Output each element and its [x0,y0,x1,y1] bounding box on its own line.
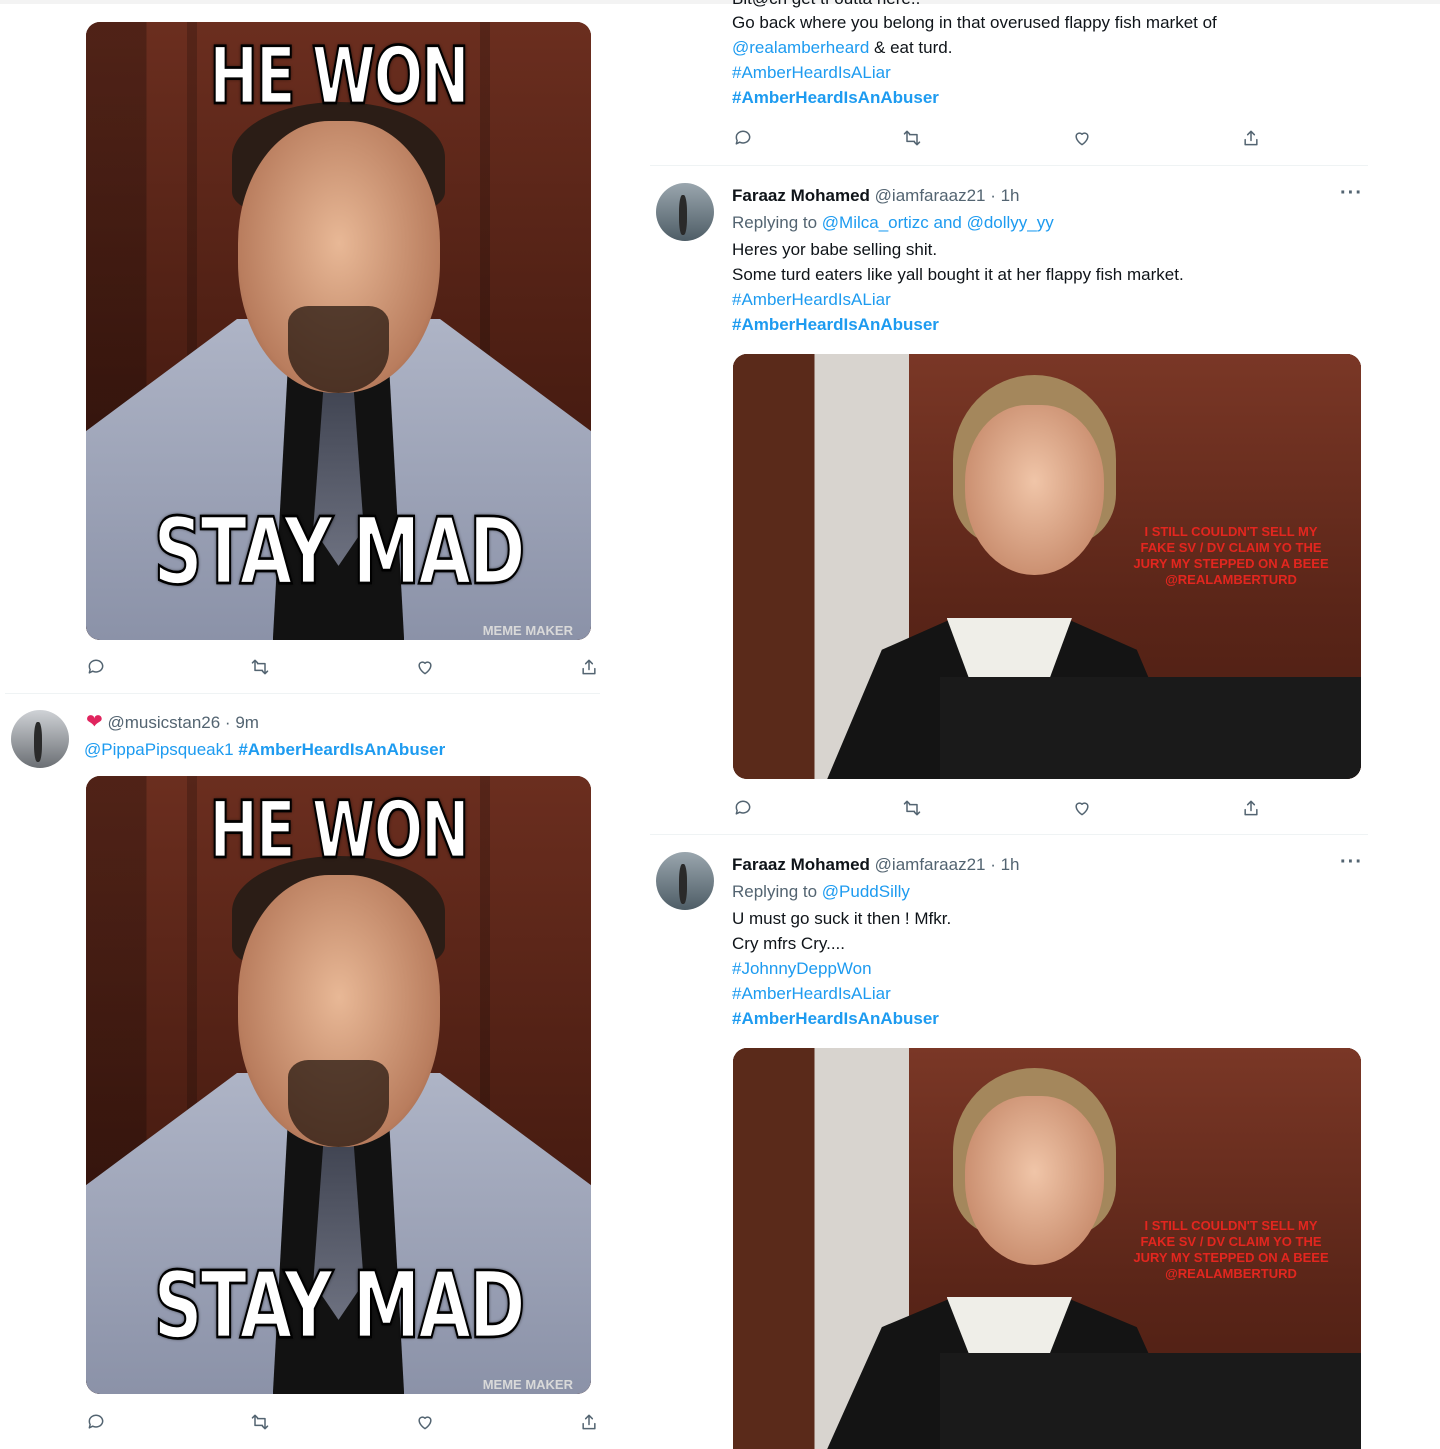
hashtag-link[interactable]: #JohnnyDeppWon [732,956,872,981]
retweet-icon[interactable] [901,127,923,149]
retweet-icon[interactable] [901,797,923,819]
tweet-handle[interactable]: @musicstan26 [108,713,221,732]
meme-watermark: MEME MAKER [482,623,573,638]
tweet-time[interactable]: 1h [1001,186,1020,205]
image-face [965,405,1104,575]
tweet-body-line: @realamberheard & eat turd. [732,35,952,60]
right-column: Bit@ch get tf outta here.. Go back where… [650,0,1370,1449]
meme-watermark: MEME MAKER [482,1377,573,1392]
tweet-divider [650,834,1368,835]
more-icon[interactable]: ··· [1340,182,1363,205]
tweet-divider [650,165,1368,166]
tweet-body-line: Some turd eaters like yall bought it at … [732,265,1184,284]
meme-beard [288,306,389,393]
meme-top-text: HE WON [208,783,470,878]
share-icon[interactable] [578,1411,600,1433]
image-podium [940,1352,1361,1449]
meme-image-2[interactable]: HE WON STAY MAD MEME MAKER [86,776,591,1394]
tweet-separator: · [985,186,1001,205]
tweet-body-text: & eat turd. [869,38,953,57]
left-column: HE WON STAY MAD MEME MAKER ❤ @musicstan2… [0,0,615,1449]
tweet-actions [732,797,1262,819]
tweet-header: Faraaz Mohamed @iamfaraaz21 · 1h [732,183,1020,208]
avatar-figure [679,863,688,905]
tweet-divider [5,693,600,694]
meme-bottom-text: STAY MAD [153,1252,527,1361]
image-caption: I STILL COULDN'T SELL MY FAKE SV / DV CL… [1133,1218,1329,1281]
like-icon[interactable] [1071,797,1093,819]
share-icon[interactable] [578,656,600,678]
mention-link[interactable]: @PippaPipsqueak1 [84,740,234,759]
display-name[interactable]: Faraaz Mohamed [732,186,870,205]
meme-image-1[interactable]: HE WON STAY MAD MEME MAKER [86,22,591,640]
avatar[interactable] [656,183,714,241]
tweet-separator: · [985,855,1001,874]
tweet-body: @PippaPipsqueak1 #AmberHeardIsAnAbuser [84,737,445,762]
like-icon[interactable] [414,656,436,678]
hashtag-link[interactable]: #AmberHeardIsALiar [732,981,891,1006]
avatar[interactable] [11,710,69,768]
tweet-body-line: Go back where you belong in that overuse… [732,13,1217,32]
hashtag-link[interactable]: #AmberHeardIsAnAbuser [732,312,939,337]
tweet-handle[interactable]: @iamfaraaz21 [875,186,986,205]
tweet-image[interactable]: I STILL COULDN'T SELL MY FAKE SV / DV CL… [733,354,1361,779]
image-caption: I STILL COULDN'T SELL MY FAKE SV / DV CL… [1133,524,1329,587]
tweet-handle[interactable]: @iamfaraaz21 [875,855,986,874]
tweet-actions [85,656,600,678]
hashtag-link[interactable]: #AmberHeardIsALiar [732,60,891,85]
hashtag-link[interactable]: #AmberHeardIsALiar [732,287,891,312]
hashtag-link[interactable]: #AmberHeardIsAnAbuser [732,85,939,110]
tweet-header: ❤ @musicstan26 · 9m [86,710,259,735]
reply-icon[interactable] [85,1411,107,1433]
replying-to: Replying to @PuddSilly [732,879,910,904]
reply-icon[interactable] [732,797,754,819]
reply-icon[interactable] [732,127,754,149]
tweet-header: Faraaz Mohamed @iamfaraaz21 · 1h [732,852,1020,877]
replying-mentions[interactable]: @PuddSilly [822,882,910,901]
share-icon[interactable] [1240,127,1262,149]
avatar[interactable] [656,852,714,910]
like-icon[interactable] [414,1411,436,1433]
reply-icon[interactable] [85,656,107,678]
replying-prefix: Replying to [732,213,822,232]
tweet-time[interactable]: 1h [1001,855,1020,874]
image-podium [940,677,1361,779]
tweet-body-line: Cry mfrs Cry.... [732,934,845,953]
share-icon[interactable] [1240,797,1262,819]
tweet-image[interactable]: I STILL COULDN'T SELL MY FAKE SV / DV CL… [733,1048,1361,1449]
avatar-figure [679,194,688,236]
more-icon[interactable]: ··· [1340,851,1363,874]
tweet-separator: · [220,713,236,732]
tweet-time[interactable]: 9m [235,713,259,732]
tweet-body-line: U must go suck it then ! Mfkr. [732,909,952,928]
hashtag-link[interactable]: #AmberHeardIsAnAbuser [238,740,445,759]
meme-top-text: HE WON [208,29,470,124]
tweet-body-line: Heres yor babe selling shit. [732,240,938,259]
replying-to: Replying to @Milca_ortizc and @dollyy_yy [732,210,1054,235]
replying-mentions[interactable]: @Milca_ortizc and @dollyy_yy [822,213,1054,232]
retweet-icon[interactable] [249,1411,271,1433]
heart-emoji-icon: ❤ [86,711,103,733]
meme-bottom-text: STAY MAD [153,498,527,607]
replying-prefix: Replying to [732,882,822,901]
meme-beard [288,1060,389,1147]
display-name[interactable]: Faraaz Mohamed [732,855,870,874]
avatar-figure [34,721,43,763]
like-icon[interactable] [1071,127,1093,149]
tweet-actions [732,127,1262,149]
image-face [965,1096,1104,1265]
retweet-icon[interactable] [249,656,271,678]
mention-link[interactable]: @realamberheard [732,38,869,57]
hashtag-link[interactable]: #AmberHeardIsAnAbuser [732,1006,939,1031]
tweet-actions [85,1411,600,1433]
